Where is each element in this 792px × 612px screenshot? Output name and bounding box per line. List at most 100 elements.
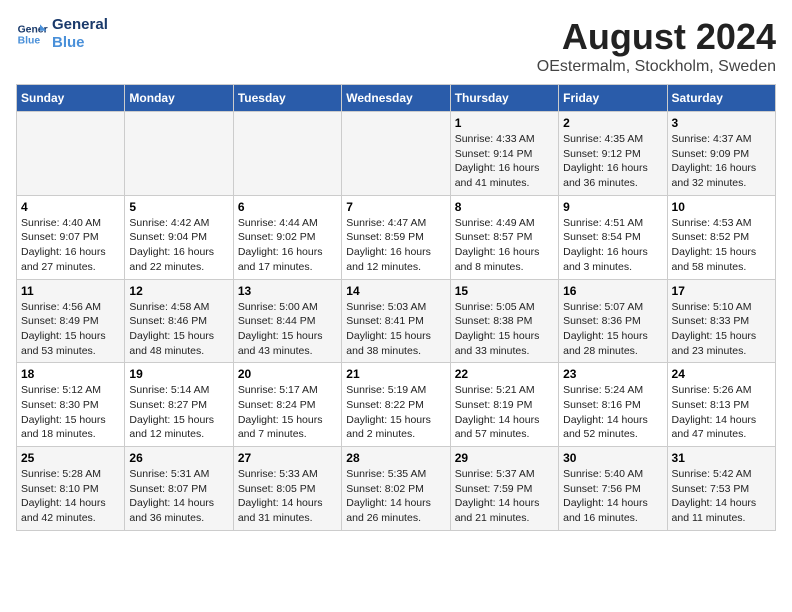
day-content: Sunrise: 5:42 AM Sunset: 7:53 PM Dayligh… [672, 467, 771, 526]
day-number: 14 [346, 284, 445, 298]
day-number: 13 [238, 284, 337, 298]
logo-line1: General [52, 16, 108, 34]
day-cell: 16 Sunrise: 5:07 AM Sunset: 8:36 PM Dayli… [559, 279, 667, 363]
day-content: Sunrise: 5:12 AM Sunset: 8:30 PM Dayligh… [21, 383, 120, 442]
day-content: Sunrise: 5:07 AM Sunset: 8:36 PM Dayligh… [563, 300, 662, 359]
day-content: Sunrise: 4:37 AM Sunset: 9:09 PM Dayligh… [672, 132, 771, 191]
day-number: 22 [455, 367, 554, 381]
day-cell: 21Sunrise: 5:19 AM Sunset: 8:22 PM Dayli… [342, 363, 450, 447]
day-cell [233, 112, 341, 196]
day-cell [342, 112, 450, 196]
day-cell: 14 Sunrise: 5:03 AM Sunset: 8:41 PM Dayli… [342, 279, 450, 363]
day-content: Sunrise: 4:53 AM Sunset: 8:52 PM Dayligh… [672, 216, 771, 275]
day-number: 29 [455, 451, 554, 465]
day-number: 28 [346, 451, 445, 465]
day-number: 30 [563, 451, 662, 465]
day-number: 15 [455, 284, 554, 298]
day-number: 3 [672, 116, 771, 130]
day-content: Sunrise: 5:31 AM Sunset: 8:07 PM Dayligh… [129, 467, 228, 526]
day-cell: 3 Sunrise: 4:37 AM Sunset: 9:09 PM Daylig… [667, 112, 775, 196]
day-number: 11 [21, 284, 120, 298]
day-number: 16 [563, 284, 662, 298]
day-cell: 6 Sunrise: 4:44 AM Sunset: 9:02 PM Daylig… [233, 195, 341, 279]
day-cell: 15Sunrise: 5:05 AM Sunset: 8:38 PM Dayli… [450, 279, 558, 363]
day-cell: 18 Sunrise: 5:12 AM Sunset: 8:30 PM Dayli… [17, 363, 125, 447]
day-cell: 25 Sunrise: 5:28 AM Sunset: 8:10 PM Dayli… [17, 447, 125, 531]
day-content: Sunrise: 5:40 AM Sunset: 7:56 PM Dayligh… [563, 467, 662, 526]
day-cell: 20Sunrise: 5:17 AM Sunset: 8:24 PM Dayli… [233, 363, 341, 447]
day-content: Sunrise: 5:35 AM Sunset: 8:02 PM Dayligh… [346, 467, 445, 526]
day-cell: 13 Sunrise: 5:00 AM Sunset: 8:44 PM Dayli… [233, 279, 341, 363]
day-number: 17 [672, 284, 771, 298]
day-content: Sunrise: 4:58 AM Sunset: 8:46 PM Dayligh… [129, 300, 228, 359]
day-cell [125, 112, 233, 196]
day-number: 7 [346, 200, 445, 214]
day-content: Sunrise: 5:37 AM Sunset: 7:59 PM Dayligh… [455, 467, 554, 526]
week-row-2: 4 Sunrise: 4:40 AM Sunset: 9:07 PM Daylig… [17, 195, 776, 279]
day-cell: 1Sunrise: 4:33 AM Sunset: 9:14 PM Daylig… [450, 112, 558, 196]
day-cell: 5Sunrise: 4:42 AM Sunset: 9:04 PM Daylig… [125, 195, 233, 279]
day-number: 10 [672, 200, 771, 214]
day-cell: 4 Sunrise: 4:40 AM Sunset: 9:07 PM Daylig… [17, 195, 125, 279]
day-number: 31 [672, 451, 771, 465]
day-number: 23 [563, 367, 662, 381]
day-content: Sunrise: 5:00 AM Sunset: 8:44 PM Dayligh… [238, 300, 337, 359]
day-cell [17, 112, 125, 196]
day-cell: 27 Sunrise: 5:33 AM Sunset: 8:05 PM Dayli… [233, 447, 341, 531]
day-cell: 11 Sunrise: 4:56 AM Sunset: 8:49 PM Dayli… [17, 279, 125, 363]
day-cell: 28 Sunrise: 5:35 AM Sunset: 8:02 PM Dayli… [342, 447, 450, 531]
logo-line2: Blue [52, 34, 108, 52]
day-content: Sunrise: 5:28 AM Sunset: 8:10 PM Dayligh… [21, 467, 120, 526]
day-number: 19 [129, 367, 228, 381]
day-number: 1 [455, 116, 554, 130]
day-cell: 8 Sunrise: 4:49 AM Sunset: 8:57 PM Daylig… [450, 195, 558, 279]
day-number: 4 [21, 200, 120, 214]
day-number: 12 [129, 284, 228, 298]
day-cell: 29 Sunrise: 5:37 AM Sunset: 7:59 PM Dayli… [450, 447, 558, 531]
day-number: 27 [238, 451, 337, 465]
day-cell: 12 Sunrise: 4:58 AM Sunset: 8:46 PM Dayli… [125, 279, 233, 363]
calendar-table: SundayMondayTuesdayWednesdayThursdayFrid… [16, 84, 776, 531]
day-number: 18 [21, 367, 120, 381]
day-cell: 7Sunrise: 4:47 AM Sunset: 8:59 PM Daylig… [342, 195, 450, 279]
page-header: General Blue General Blue August 2024 OE… [16, 16, 776, 76]
day-cell: 26 Sunrise: 5:31 AM Sunset: 8:07 PM Dayli… [125, 447, 233, 531]
header-cell-tuesday: Tuesday [233, 85, 341, 112]
calendar-header-row: SundayMondayTuesdayWednesdayThursdayFrid… [17, 85, 776, 112]
header-cell-monday: Monday [125, 85, 233, 112]
day-cell: 30 Sunrise: 5:40 AM Sunset: 7:56 PM Dayli… [559, 447, 667, 531]
week-row-1: 1Sunrise: 4:33 AM Sunset: 9:14 PM Daylig… [17, 112, 776, 196]
day-number: 26 [129, 451, 228, 465]
week-row-5: 25 Sunrise: 5:28 AM Sunset: 8:10 PM Dayli… [17, 447, 776, 531]
day-cell: 31 Sunrise: 5:42 AM Sunset: 7:53 PM Dayli… [667, 447, 775, 531]
title-block: August 2024 OEstermalm, Stockholm, Swede… [537, 16, 776, 76]
week-row-4: 18 Sunrise: 5:12 AM Sunset: 8:30 PM Dayli… [17, 363, 776, 447]
day-content: Sunrise: 4:49 AM Sunset: 8:57 PM Dayligh… [455, 216, 554, 275]
day-number: 24 [672, 367, 771, 381]
day-number: 5 [129, 200, 228, 214]
day-content: Sunrise: 4:40 AM Sunset: 9:07 PM Dayligh… [21, 216, 120, 275]
header-cell-wednesday: Wednesday [342, 85, 450, 112]
day-content: Sunrise: 5:03 AM Sunset: 8:41 PM Dayligh… [346, 300, 445, 359]
day-content: Sunrise: 5:19 AM Sunset: 8:22 PM Dayligh… [346, 383, 445, 442]
day-number: 8 [455, 200, 554, 214]
day-content: Sunrise: 5:14 AM Sunset: 8:27 PM Dayligh… [129, 383, 228, 442]
day-number: 9 [563, 200, 662, 214]
day-cell: 24Sunrise: 5:26 AM Sunset: 8:13 PM Dayli… [667, 363, 775, 447]
day-cell: 10 Sunrise: 4:53 AM Sunset: 8:52 PM Dayli… [667, 195, 775, 279]
day-cell: 23Sunrise: 5:24 AM Sunset: 8:16 PM Dayli… [559, 363, 667, 447]
day-content: Sunrise: 5:21 AM Sunset: 8:19 PM Dayligh… [455, 383, 554, 442]
header-cell-friday: Friday [559, 85, 667, 112]
day-number: 20 [238, 367, 337, 381]
day-content: Sunrise: 4:56 AM Sunset: 8:49 PM Dayligh… [21, 300, 120, 359]
day-cell: 17Sunrise: 5:10 AM Sunset: 8:33 PM Dayli… [667, 279, 775, 363]
logo-icon: General Blue [16, 18, 48, 50]
day-number: 25 [21, 451, 120, 465]
day-content: Sunrise: 4:51 AM Sunset: 8:54 PM Dayligh… [563, 216, 662, 275]
day-content: Sunrise: 5:33 AM Sunset: 8:05 PM Dayligh… [238, 467, 337, 526]
header-cell-saturday: Saturday [667, 85, 775, 112]
day-content: Sunrise: 4:44 AM Sunset: 9:02 PM Dayligh… [238, 216, 337, 275]
day-number: 6 [238, 200, 337, 214]
svg-text:Blue: Blue [18, 36, 41, 47]
week-row-3: 11 Sunrise: 4:56 AM Sunset: 8:49 PM Dayli… [17, 279, 776, 363]
